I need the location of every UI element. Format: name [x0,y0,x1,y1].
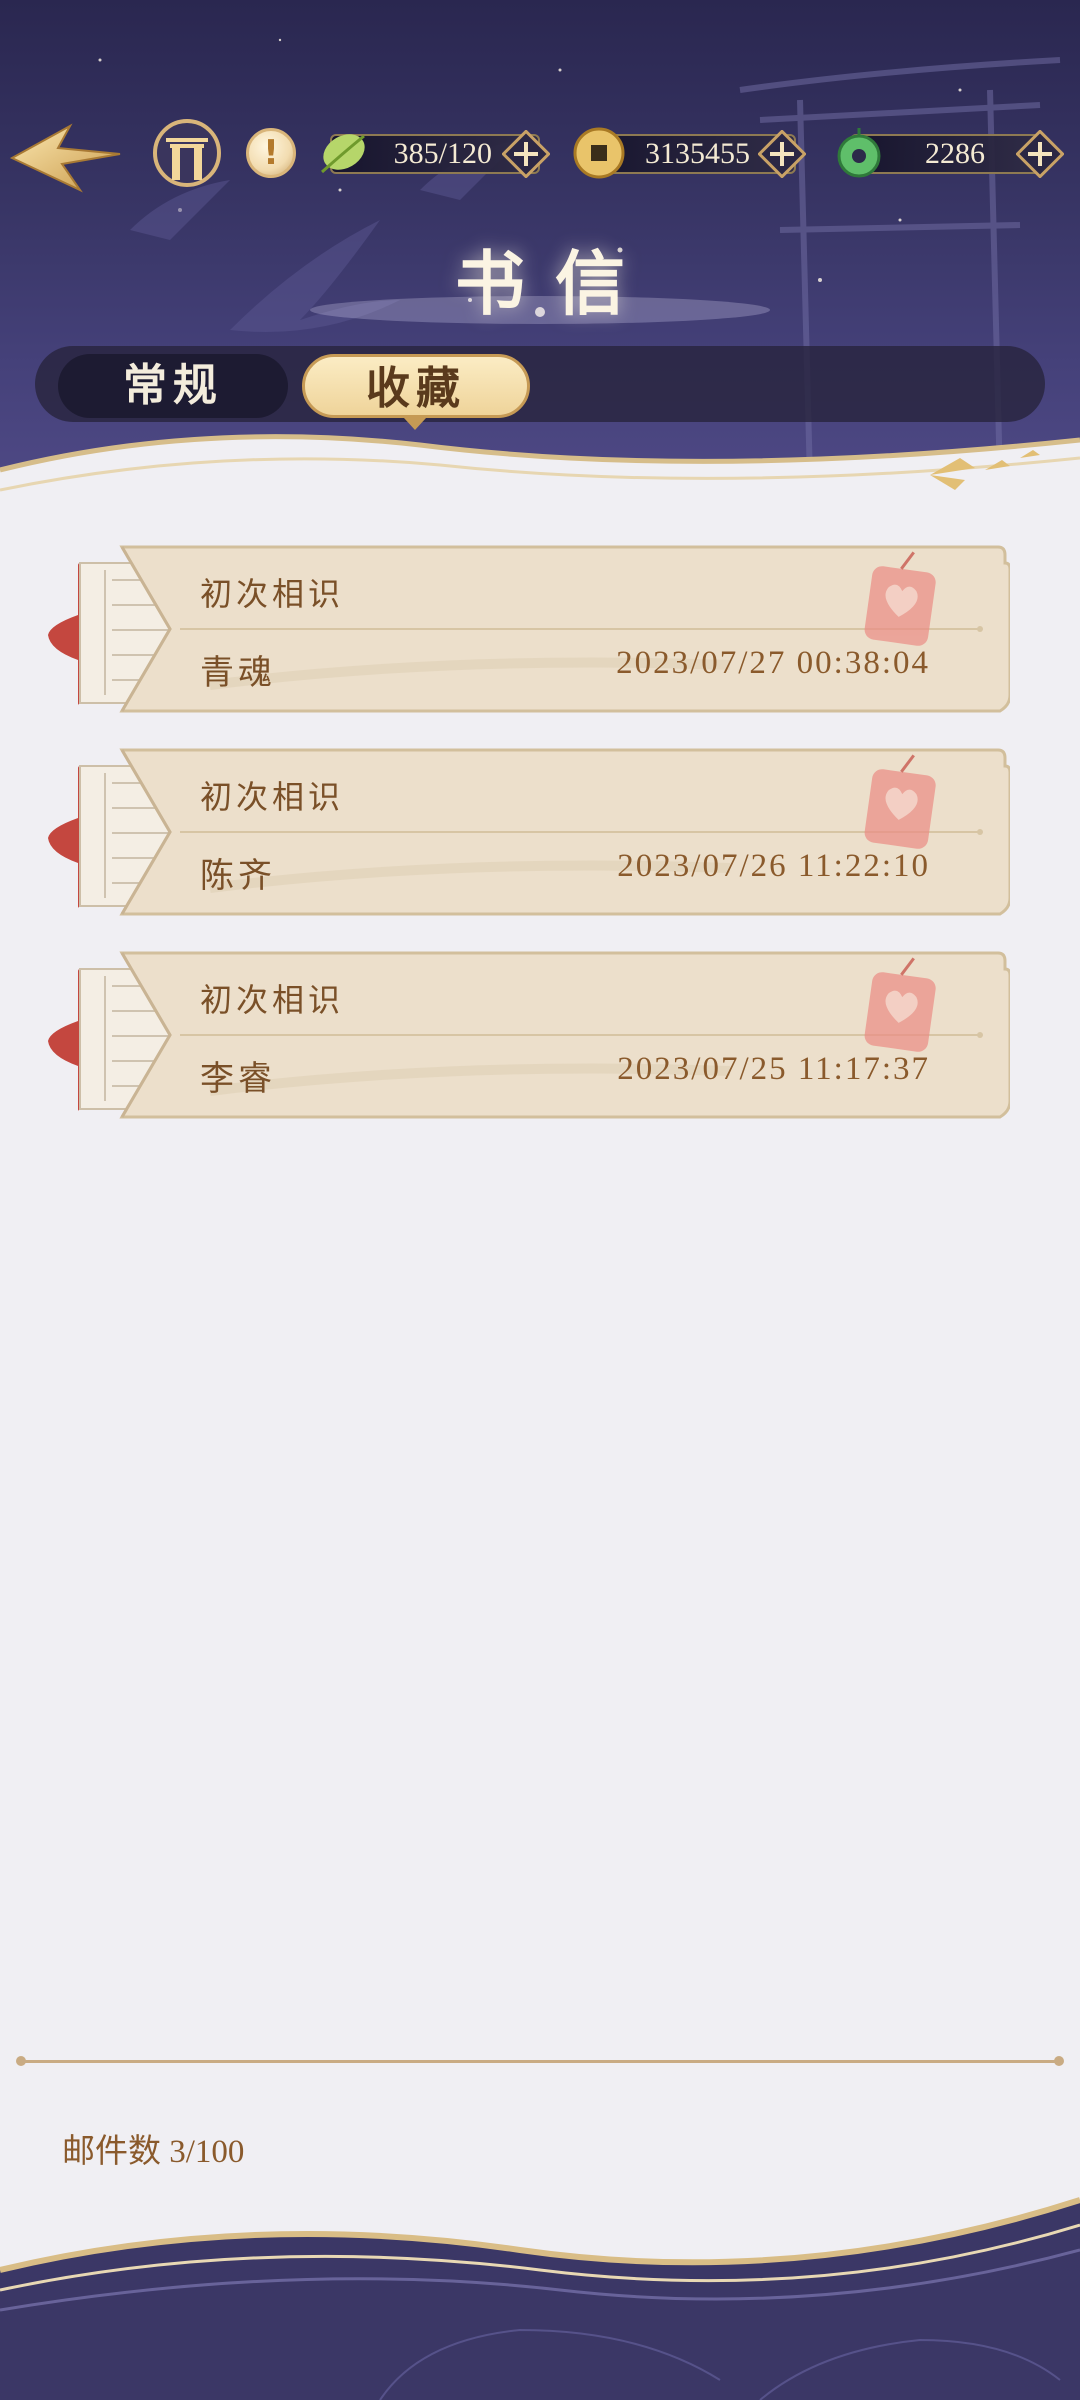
letter-sender: 李睿 [200,1059,276,1099]
letter-time: 2023/07/27 00:38:04 [616,645,930,681]
letter-item[interactable]: 初次相识 李睿 2023/07/25 11:17:37 [30,951,1010,1126]
letter-subject: 初次相识 [200,981,345,1019]
resource-value-jade: 2286 [925,137,985,170]
tab-selected-pointer [404,418,426,430]
tab-normal[interactable]: 常规 [58,354,288,418]
add-stamina-button[interactable] [502,130,550,178]
letter-time: 2023/07/26 11:22:10 [617,848,930,884]
letter-card-art [48,545,1010,713]
add-coins-button[interactable] [758,130,806,178]
letter-card-art [48,951,1010,1119]
letter-card-art [48,748,1010,916]
notice-icon[interactable]: ! [246,128,296,178]
page-title: 书信 [455,242,655,325]
bottom-wave-decoration [0,2197,1080,2400]
gate-icon[interactable] [152,118,222,188]
letter-sender: 陈齐 [200,856,276,896]
resource-value-stamina: 385/120 [393,137,492,170]
footer-divider [16,2056,1064,2066]
top-header: ! 385/120 3135455 2286 书信 常规 收藏 [0,0,1080,520]
resource-value-coins: 3135455 [645,137,750,170]
letter-subject: 初次相识 [200,778,345,816]
letter-item[interactable]: 初次相识 青魂 2023/07/27 00:38:04 [30,545,1010,720]
letter-subject: 初次相识 [200,575,345,613]
mail-count: 邮件数 3/100 [62,2134,245,2170]
tab-favorites[interactable]: 收藏 [302,354,530,418]
add-jade-button[interactable] [1016,130,1064,178]
letter-item[interactable]: 初次相识 陈齐 2023/07/26 11:22:10 [30,748,1010,923]
back-button[interactable] [10,118,125,198]
letter-sender: 青魂 [200,653,276,693]
letter-time: 2023/07/25 11:17:37 [617,1051,930,1087]
